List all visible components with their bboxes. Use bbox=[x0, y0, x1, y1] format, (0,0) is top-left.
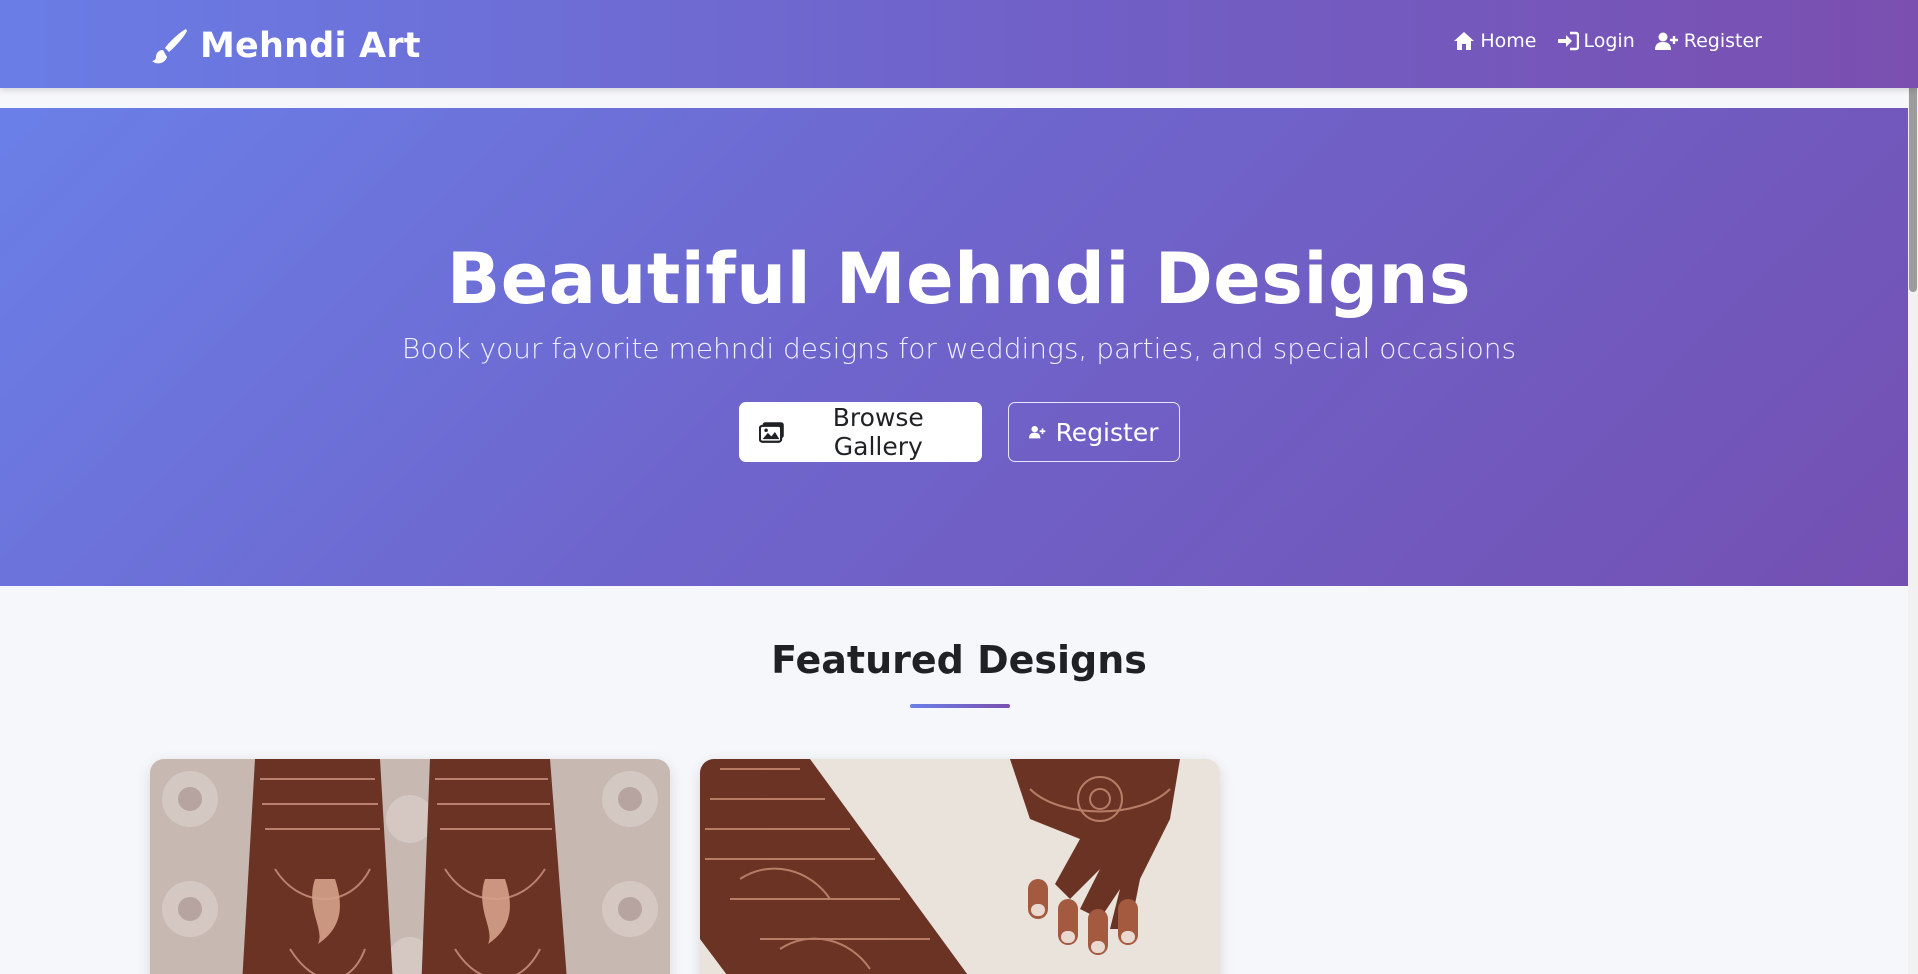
design-card[interactable] bbox=[150, 759, 670, 974]
nav-links: Home Login Register bbox=[1433, 30, 1762, 52]
home-icon bbox=[1454, 32, 1475, 50]
featured-underline bbox=[910, 704, 1010, 708]
nav-register-link[interactable]: Register bbox=[1654, 30, 1762, 52]
design-card[interactable] bbox=[700, 759, 1220, 974]
hero-section: Beautiful Mehndi Designs Book your favor… bbox=[0, 108, 1918, 586]
mehndi-design-image bbox=[700, 759, 1220, 974]
images-icon bbox=[758, 422, 784, 443]
hero-subtitle: Book your favorite mehndi designs for we… bbox=[401, 332, 1517, 365]
hero-register-button[interactable]: Register bbox=[1007, 402, 1180, 462]
navbar-gap bbox=[0, 88, 1918, 108]
nav-login-link[interactable]: Login bbox=[1557, 30, 1635, 52]
browse-gallery-label: Browse Gallery bbox=[832, 403, 924, 461]
brand-logo-link[interactable]: Mehndi Art bbox=[150, 24, 421, 68]
mehndi-design-image bbox=[150, 759, 670, 974]
user-plus-icon bbox=[1654, 32, 1678, 50]
nav-register-label: Register bbox=[1683, 30, 1762, 52]
browse-gallery-button[interactable]: Browse Gallery bbox=[738, 402, 982, 462]
brand-name: Mehndi Art bbox=[200, 26, 421, 66]
paint-brush-icon bbox=[150, 26, 190, 66]
nav-home-link[interactable]: Home bbox=[1453, 30, 1537, 52]
nav-home-label: Home bbox=[1480, 30, 1537, 52]
hero-buttons: Browse Gallery Register bbox=[0, 402, 1918, 462]
hero-title: Beautiful Mehndi Designs bbox=[446, 238, 1472, 320]
featured-title: Featured Designs bbox=[771, 638, 1147, 682]
sign-in-icon bbox=[1557, 31, 1579, 51]
top-navbar: Mehndi Art Home Login Register bbox=[0, 0, 1918, 88]
page-scrollbar[interactable] bbox=[1908, 0, 1918, 974]
hero-register-label: Register bbox=[1055, 417, 1159, 447]
user-plus-icon bbox=[1028, 425, 1045, 439]
nav-login-label: Login bbox=[1583, 30, 1635, 52]
